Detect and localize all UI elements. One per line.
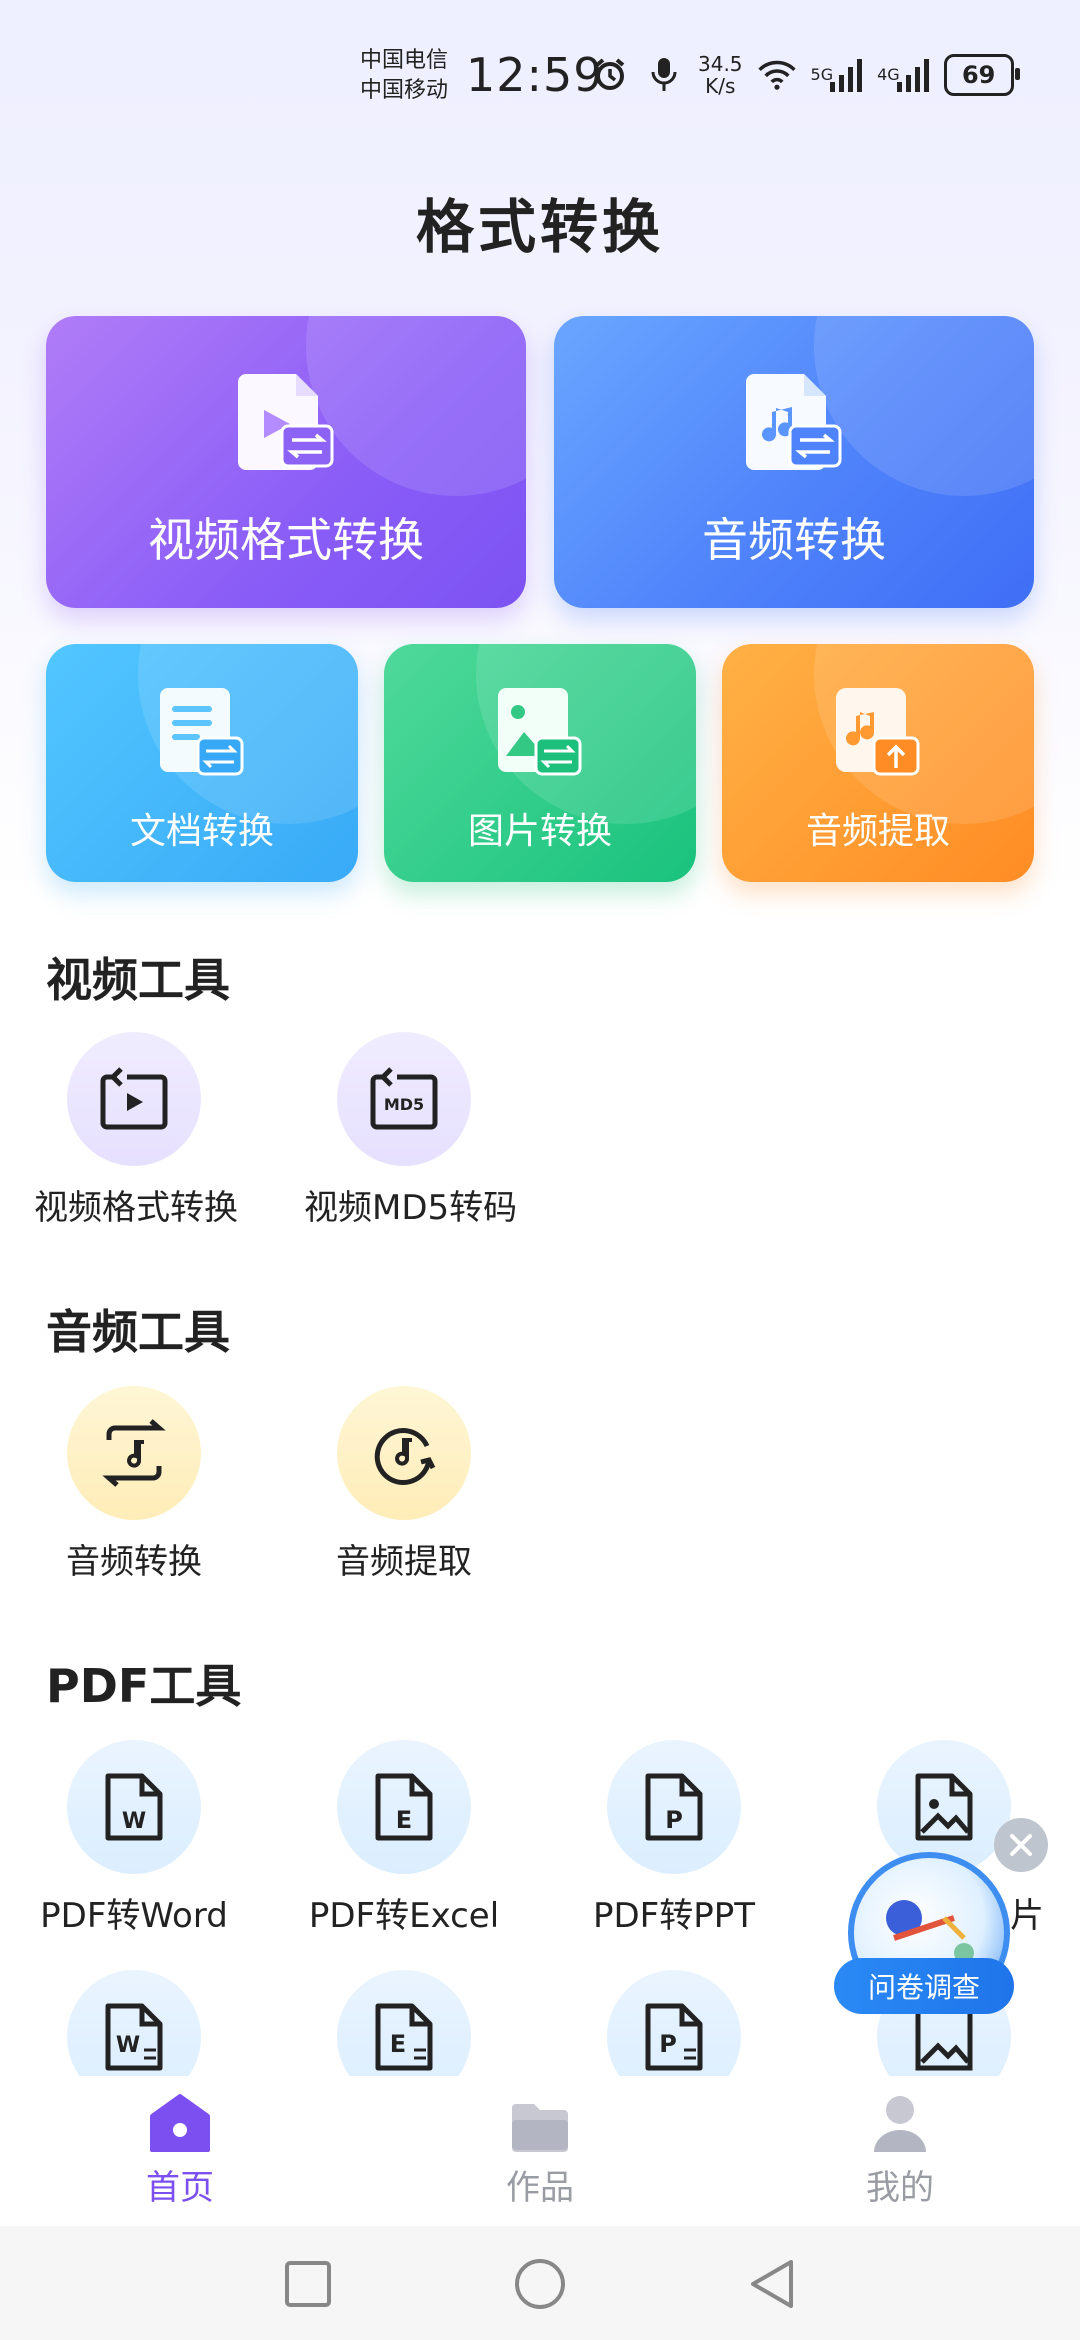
nav-mine[interactable]: 我的 bbox=[800, 2076, 1000, 2209]
excel-file-icon: E bbox=[337, 1740, 471, 1874]
audio-extract-label: 音频提取 bbox=[805, 811, 950, 852]
tool-label: 视频格式转换 bbox=[34, 1188, 238, 1228]
carrier-1: 中国电信 bbox=[360, 48, 449, 73]
audio-convert-label: 音频转换 bbox=[702, 513, 886, 567]
audio-convert-card[interactable]: 音频转换 bbox=[554, 316, 1034, 608]
home-circle-icon[interactable] bbox=[512, 2256, 568, 2312]
signal-4g: 4G bbox=[877, 58, 930, 92]
svg-text:E: E bbox=[396, 1806, 412, 1834]
audio-file-icon bbox=[746, 368, 842, 476]
ppt-file-icon: P bbox=[607, 1740, 741, 1874]
signal-bars-icon bbox=[896, 59, 929, 92]
audio-extract-tool-icon bbox=[337, 1386, 471, 1520]
page-title: 格式转换 bbox=[415, 193, 664, 261]
net-label-2: 4G bbox=[877, 65, 900, 84]
tool-video-md5[interactable]: MD5 视频MD5转码 bbox=[304, 1032, 518, 1229]
alarm-icon bbox=[590, 55, 630, 95]
svg-text:E: E bbox=[390, 2030, 406, 2058]
tool-label: PDF转Excel bbox=[308, 1896, 500, 1936]
tool-audio-convert[interactable]: 音频转换 bbox=[34, 1386, 234, 1583]
video-file-icon bbox=[238, 368, 334, 476]
nav-works-label: 作品 bbox=[506, 2168, 574, 2208]
tool-pdf-to-excel[interactable]: E PDF转Excel bbox=[304, 1740, 504, 1937]
speed-unit: K/s bbox=[705, 74, 736, 98]
nav-home-label: 首页 bbox=[146, 2168, 214, 2208]
pdf-tools-title: PDF工具 bbox=[46, 1659, 242, 1713]
svg-text:P: P bbox=[665, 1806, 683, 1834]
net-label-1: 5G bbox=[810, 65, 834, 84]
audio-convert-icon bbox=[67, 1386, 201, 1520]
card-decoration bbox=[814, 316, 1034, 496]
close-icon[interactable] bbox=[994, 1818, 1048, 1872]
tool-label: 音频提取 bbox=[336, 1542, 472, 1582]
doc-convert-label: 文档转换 bbox=[129, 811, 274, 852]
svg-text:MD5: MD5 bbox=[384, 1095, 424, 1114]
md5-icon: MD5 bbox=[337, 1032, 471, 1166]
carrier-2: 中国移动 bbox=[360, 78, 449, 103]
wifi-icon bbox=[757, 55, 797, 95]
nav-home[interactable]: 首页 bbox=[80, 2076, 280, 2209]
user-icon bbox=[800, 2076, 1000, 2154]
signal-bars-icon bbox=[830, 59, 863, 92]
document-file-icon bbox=[160, 686, 244, 782]
tool-label: PDF转PPT bbox=[592, 1896, 755, 1936]
nav-works[interactable]: 作品 bbox=[440, 2076, 640, 2209]
tool-pdf-to-word[interactable]: W PDF转Word bbox=[34, 1740, 234, 1937]
audio-tools-title: 音频工具 bbox=[46, 1305, 230, 1359]
tool-label: 视频MD5转码 bbox=[304, 1188, 518, 1228]
image-file-icon bbox=[498, 686, 582, 782]
speed-value: 34.5 bbox=[698, 52, 743, 76]
svg-text:W: W bbox=[122, 1809, 146, 1834]
survey-float-button[interactable]: 问卷调查 bbox=[834, 1846, 1024, 2036]
audio-extract-card[interactable]: 音频提取 bbox=[722, 644, 1034, 882]
tool-label: PDF转Word bbox=[40, 1896, 228, 1936]
folder-icon bbox=[440, 2076, 640, 2154]
tool-audio-extract[interactable]: 音频提取 bbox=[304, 1386, 504, 1583]
tool-video-format-convert[interactable]: 视频格式转换 bbox=[34, 1032, 238, 1229]
status-bar: 中国电信 中国移动 12:59 34.5 K/s 5G 4G 69 bbox=[0, 0, 1080, 150]
tool-pdf-to-ppt[interactable]: P PDF转PPT bbox=[574, 1740, 774, 1937]
nav-mine-label: 我的 bbox=[866, 2168, 934, 2208]
system-navigation-bar bbox=[0, 2226, 1080, 2340]
svg-text:W: W bbox=[116, 2033, 140, 2058]
clock: 12:59 bbox=[466, 48, 604, 102]
image-convert-card[interactable]: 图片转换 bbox=[384, 644, 696, 882]
carrier-names: 中国电信 中国移动 bbox=[360, 46, 448, 106]
microphone-icon bbox=[644, 55, 684, 95]
doc-convert-card[interactable]: 文档转换 bbox=[46, 644, 358, 882]
bottom-navigation: 首页 作品 我的 bbox=[0, 2076, 1080, 2226]
card-decoration bbox=[306, 316, 526, 496]
video-convert-card[interactable]: 视频格式转换 bbox=[46, 316, 526, 608]
survey-label: 问卷调查 bbox=[834, 1958, 1014, 2014]
tool-label: 音频转换 bbox=[66, 1542, 202, 1582]
battery-level: 69 bbox=[961, 61, 996, 89]
back-triangle-icon[interactable] bbox=[744, 2256, 800, 2312]
recent-apps-icon[interactable] bbox=[280, 2256, 336, 2312]
signal-5g: 5G bbox=[811, 58, 864, 92]
word-file-icon: W bbox=[67, 1740, 201, 1874]
svg-text:P: P bbox=[659, 2030, 677, 2058]
video-tools-title: 视频工具 bbox=[46, 953, 230, 1007]
battery-icon: 69 bbox=[943, 54, 1020, 96]
video-convert-label: 视频格式转换 bbox=[148, 513, 424, 567]
network-speed: 34.5 K/s bbox=[698, 53, 743, 97]
home-icon bbox=[80, 2076, 280, 2154]
status-icons: 34.5 K/s 5G 4G 69 bbox=[590, 52, 1020, 98]
video-convert-icon bbox=[67, 1032, 201, 1166]
image-convert-label: 图片转换 bbox=[467, 811, 612, 852]
audio-extract-icon bbox=[836, 686, 920, 782]
